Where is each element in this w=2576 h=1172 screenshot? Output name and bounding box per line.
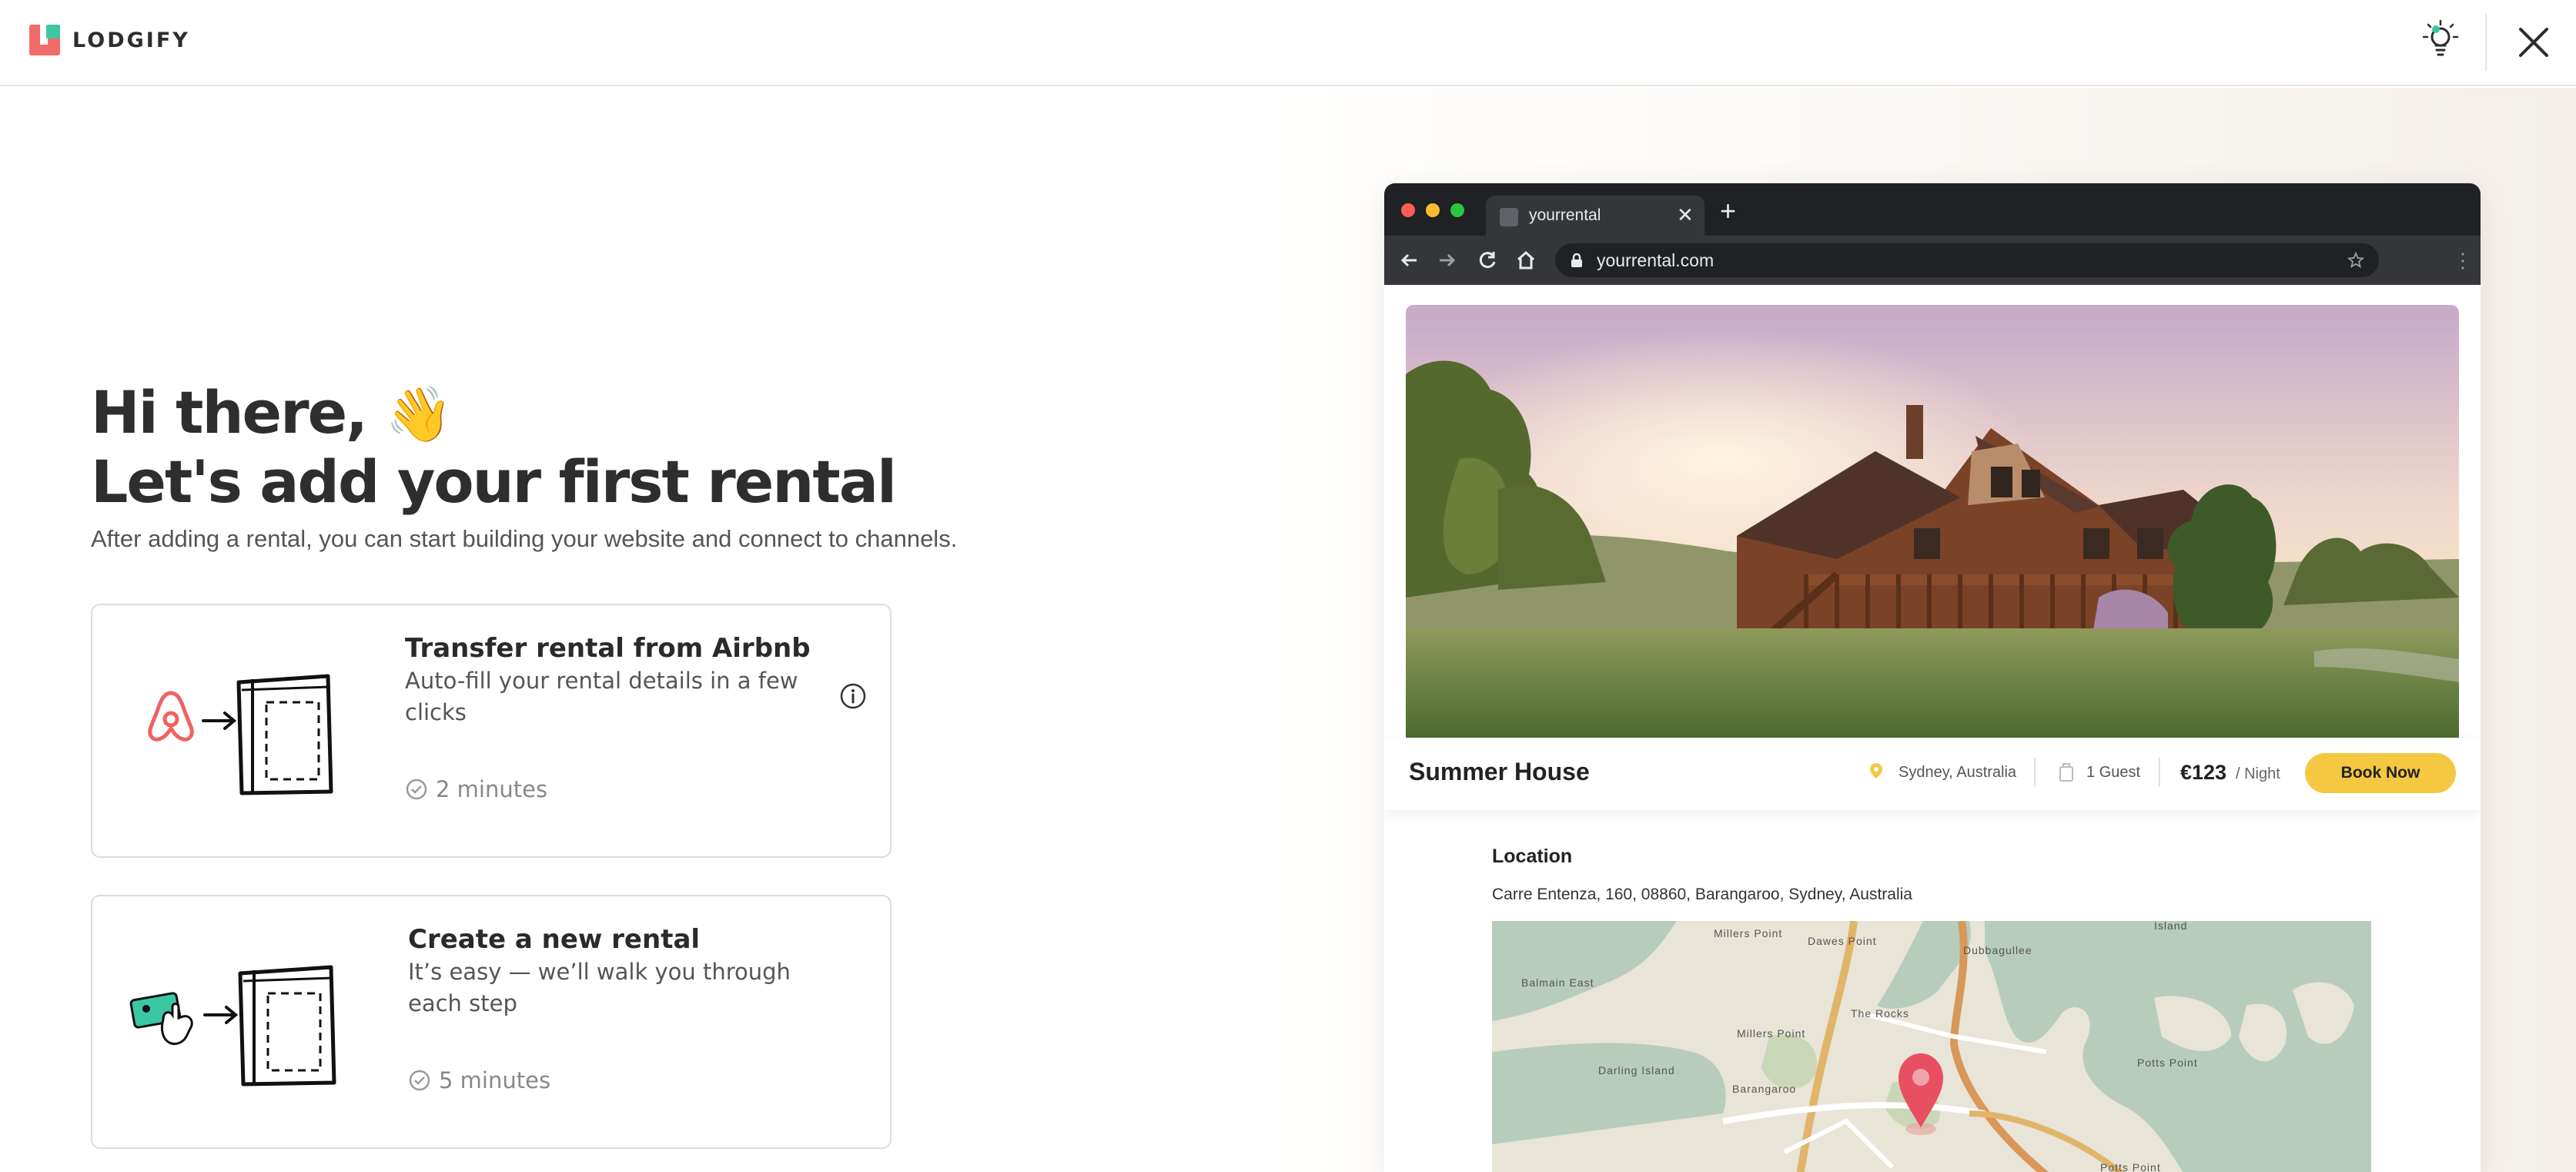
reload-icon bbox=[1479, 252, 1496, 269]
headline: Let's add your first rental bbox=[91, 447, 897, 516]
option-title: Create a new rental bbox=[408, 924, 701, 955]
lodgify-logo-icon bbox=[29, 25, 60, 55]
price-unit: / Night bbox=[2236, 765, 2280, 782]
window-maximize-dot bbox=[1450, 203, 1464, 217]
map-label: Dawes Point bbox=[1808, 935, 1877, 947]
map-label: Millers Point bbox=[1737, 1027, 1806, 1040]
book-now-button[interactable]: Book Now bbox=[2305, 753, 2456, 793]
nightly-price: €123 bbox=[2180, 761, 2227, 784]
page-title: Hi there, 👋 Let's add your first rental bbox=[91, 378, 897, 516]
create-new-rental-option[interactable]: Create a new rental It’s easy — we’ll wa… bbox=[91, 895, 892, 1149]
url-text: yourrental.com bbox=[1597, 250, 1715, 270]
favicon-icon bbox=[1500, 208, 1518, 226]
duration-text: 2 minutes bbox=[436, 776, 548, 802]
option-duration: 2 minutes bbox=[405, 776, 547, 802]
guest-icon bbox=[2059, 763, 2073, 782]
booking-bar: Summer House Sydney, Australia 1 Guest €… bbox=[1384, 738, 2481, 810]
guest-count: 1 Guest bbox=[2086, 764, 2141, 781]
window-close-dot bbox=[1401, 203, 1415, 217]
separator bbox=[2034, 758, 2036, 787]
star-icon bbox=[2347, 251, 2365, 269]
map-label: Dubbagullee bbox=[1963, 944, 2032, 956]
clock-icon bbox=[406, 779, 427, 800]
brand-name: LODGIFY bbox=[72, 28, 190, 52]
back-arrow-icon bbox=[1400, 253, 1417, 267]
greeting-text: Hi there, bbox=[91, 378, 368, 447]
lock-icon bbox=[1571, 253, 1582, 267]
top-bar: LODGIFY bbox=[0, 0, 2576, 86]
location-map: Millers Point Dawes Point Dubbagullee Ba… bbox=[1492, 921, 2371, 1172]
browser-tab: yourrental ✕ bbox=[1486, 196, 1705, 237]
create-rental-illustration bbox=[129, 965, 336, 1087]
map-label: Darling Island bbox=[1598, 1064, 1675, 1077]
option-description: Auto-fill your rental details in a few c… bbox=[405, 668, 798, 725]
separator bbox=[2159, 758, 2160, 787]
property-photo bbox=[1406, 305, 2459, 738]
map-label: Island bbox=[2154, 921, 2188, 932]
location-address: Carre Entenza, 160, 08860, Barangaroo, S… bbox=[1492, 886, 1912, 903]
property-name: Summer House bbox=[1409, 758, 1590, 785]
info-icon[interactable] bbox=[839, 682, 867, 710]
map-label: Potts Point bbox=[2137, 1056, 2198, 1069]
map-label: The Rocks bbox=[1851, 1007, 1909, 1020]
wave-emoji: 👋 bbox=[385, 383, 453, 446]
map-graphic bbox=[1492, 921, 2371, 1172]
tab-label: yourrental bbox=[1529, 206, 1601, 224]
option-duration: 5 minutes bbox=[408, 1067, 550, 1093]
browser-menu-icon: ⋮ bbox=[2453, 249, 2473, 272]
window-minimize-dot bbox=[1426, 203, 1440, 217]
airbnb-transfer-illustration bbox=[148, 674, 333, 795]
location-heading: Location bbox=[1492, 846, 1573, 867]
transfer-from-airbnb-option[interactable]: Transfer rental from Airbnb Auto-fill yo… bbox=[91, 604, 892, 858]
lodgify-logo[interactable]: LODGIFY bbox=[29, 25, 190, 55]
duration-text: 5 minutes bbox=[439, 1067, 551, 1093]
tab-close-icon: ✕ bbox=[1677, 203, 1694, 226]
map-label: Potts Point bbox=[2100, 1161, 2161, 1172]
location-pin-icon bbox=[1870, 763, 1882, 779]
website-preview-browser: yourrental ✕ + yourrental.com ⋮ Summer H… bbox=[1384, 183, 2481, 1172]
map-label: Millers Point bbox=[1714, 927, 1783, 939]
option-title: Transfer rental from Airbnb bbox=[405, 633, 811, 664]
option-description: It’s easy — we’ll walk you through each … bbox=[408, 959, 791, 1016]
lightbulb-icon[interactable] bbox=[2417, 18, 2464, 65]
address-bar: yourrental.com bbox=[1555, 243, 2379, 277]
property-location: Sydney, Australia bbox=[1899, 764, 2017, 781]
map-label: Balmain East bbox=[1521, 976, 1594, 989]
new-tab-icon: + bbox=[1720, 195, 1737, 226]
header-divider bbox=[2485, 14, 2487, 71]
browser-tab-strip: yourrental ✕ + bbox=[1384, 183, 2481, 237]
browser-toolbar: yourrental.com ⋮ bbox=[1384, 236, 2481, 285]
home-icon bbox=[1517, 250, 1535, 270]
close-icon[interactable] bbox=[2514, 23, 2553, 62]
forward-arrow-icon bbox=[1440, 253, 1456, 267]
map-label: Barangaroo bbox=[1732, 1083, 1797, 1095]
page-subtitle: After adding a rental, you can start bui… bbox=[91, 525, 958, 552]
clock-icon bbox=[409, 1070, 430, 1091]
